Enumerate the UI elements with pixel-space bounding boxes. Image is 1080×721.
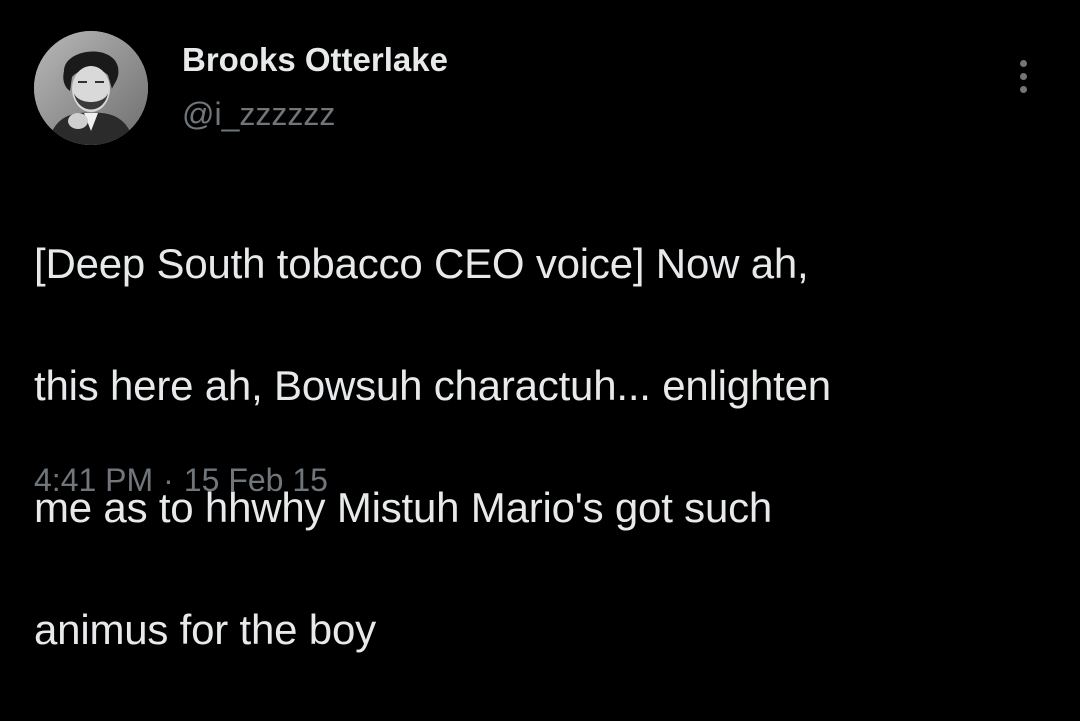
author-display-name[interactable]: Brooks Otterlake — [182, 40, 448, 80]
avatar-photo-icon — [34, 31, 148, 145]
more-options-button[interactable] — [1003, 56, 1043, 96]
tweet-text-line: animus for the boy — [34, 606, 376, 653]
tweet-text: [Deep South tobacco CEO voice] Now ah, t… — [34, 172, 1064, 721]
more-vertical-icon-dot — [1020, 73, 1027, 80]
tweet-date[interactable]: 15 Feb 15 — [184, 462, 328, 498]
more-vertical-icon-dot — [1020, 86, 1027, 93]
tweet-text-line: this here ah, Bowsuh charactuh... enligh… — [34, 362, 831, 409]
tweet-card: Brooks Otterlake @i_zzzzzz [Deep South t… — [0, 0, 1080, 653]
tweet-metadata: 4:41 PM · 15 Feb 15 — [34, 460, 328, 500]
tweet-time[interactable]: 4:41 PM — [34, 462, 153, 498]
meta-separator: · — [163, 462, 174, 498]
more-vertical-icon — [1020, 60, 1027, 67]
author-handle[interactable]: @i_zzzzzz — [182, 94, 335, 134]
author-avatar[interactable] — [34, 31, 148, 145]
tweet-text-line: [Deep South tobacco CEO voice] Now ah, — [34, 240, 809, 287]
